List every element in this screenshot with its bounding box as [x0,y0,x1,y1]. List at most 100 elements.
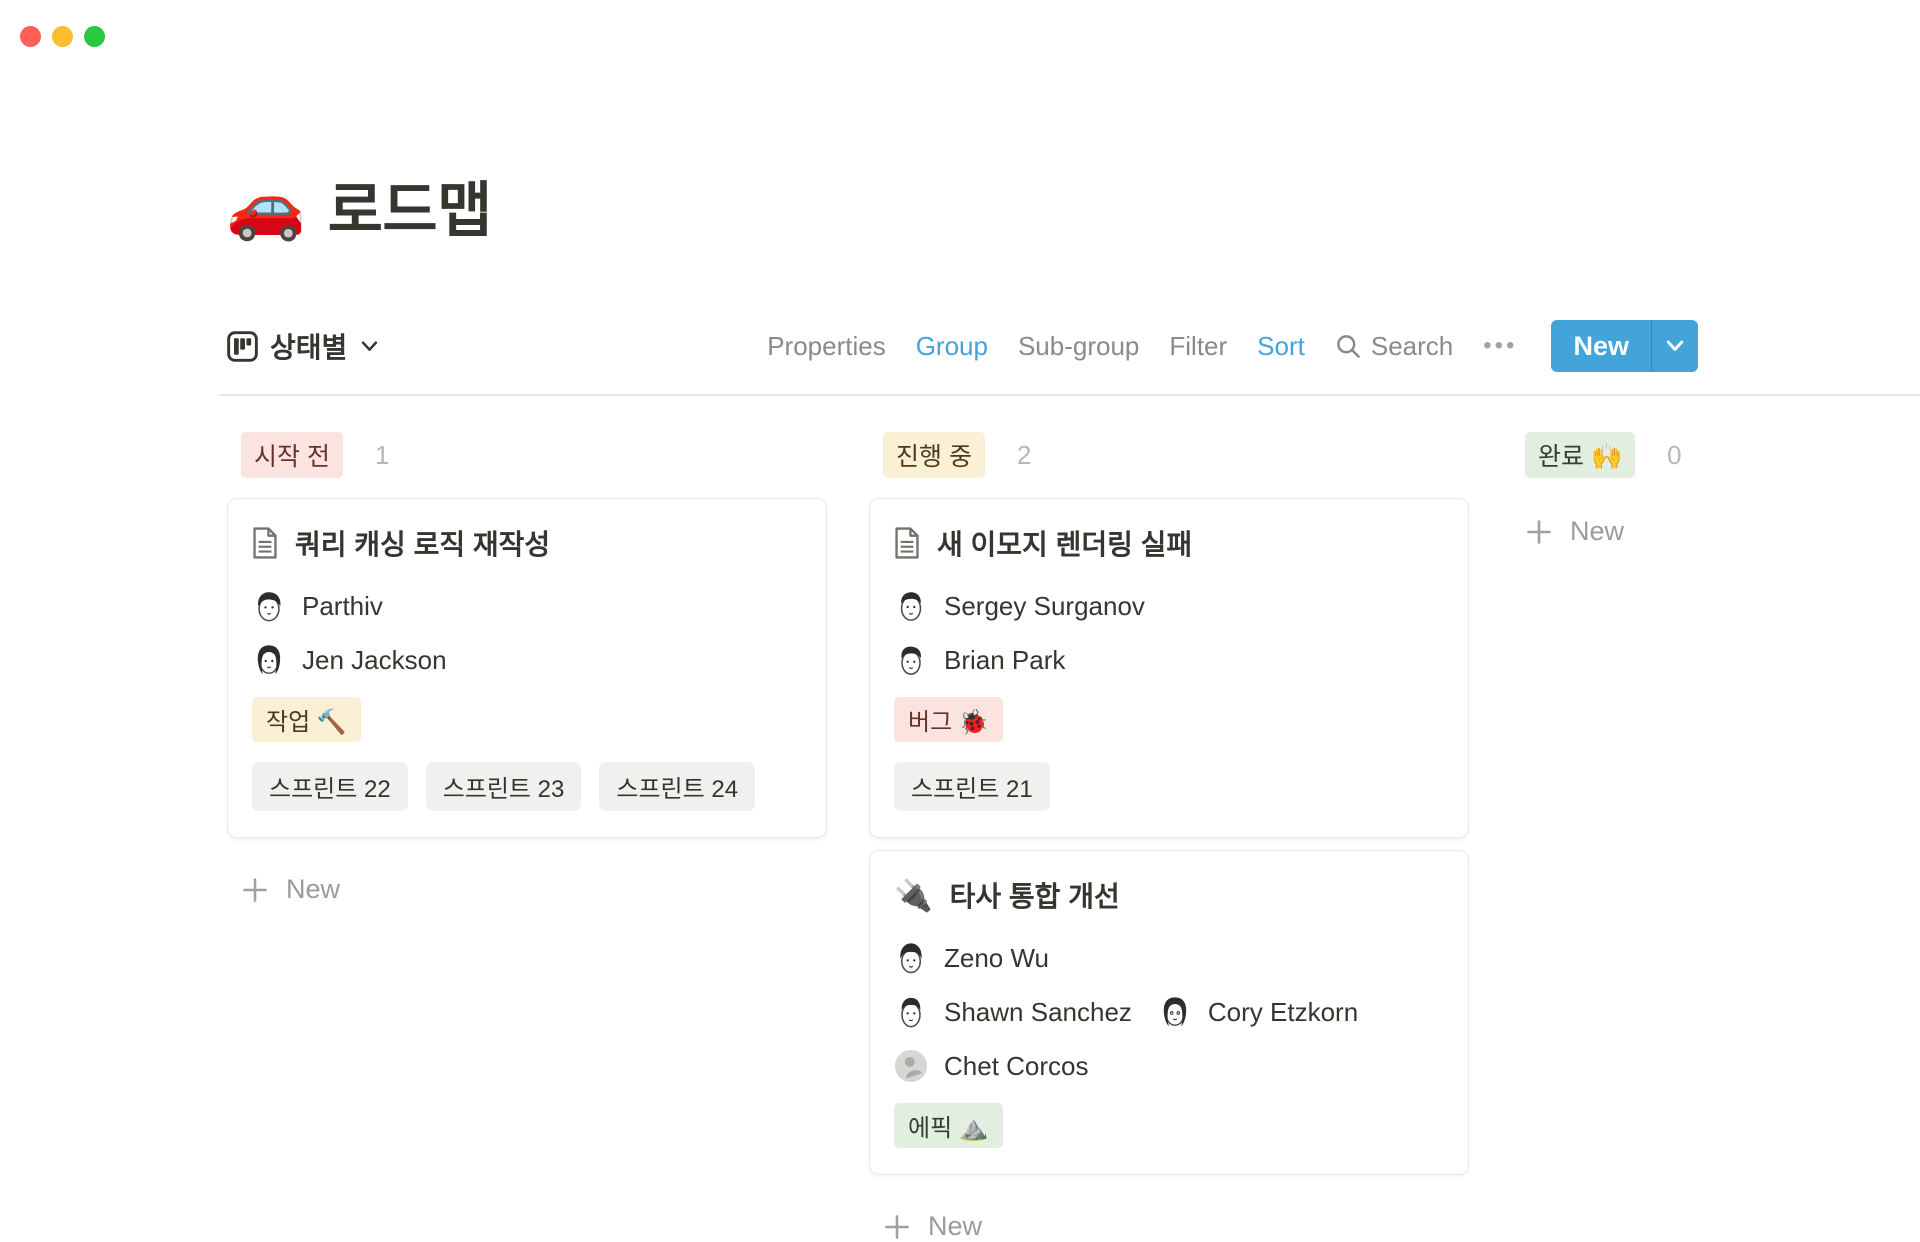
kanban-board: 시작 전 1 쿼리 캐싱 로직 재작성 [227,436,1920,1200]
tag-row: 버그 🐞 [894,697,1444,742]
avatar [252,643,286,677]
close-window-button[interactable] [20,26,41,47]
add-card-label: New [286,874,340,905]
chevron-down-icon [1666,340,1684,352]
card-query-caching[interactable]: 쿼리 캐싱 로직 재작성 Parthiv [227,498,827,838]
assignee-name: Parthiv [302,591,383,622]
assignee-row: Parthiv [252,589,802,623]
card-third-party-integrations[interactable]: 🔌 타사 통합 개선 Zeno Wu [869,850,1469,1175]
column-not-started: 시작 전 1 쿼리 캐싱 로직 재작성 [227,436,827,905]
assignee-name: Brian Park [944,645,1065,676]
column-done: 완료 🙌 0 New [1511,436,1920,547]
card-title: 타사 통합 개선 [950,875,1120,915]
properties-button[interactable]: Properties [767,331,886,362]
status-badge[interactable]: 진행 중 [883,432,985,478]
assignee-row: Brian Park [894,643,1444,677]
column-count: 0 [1667,440,1681,471]
assignee: Sergey Surganov [894,589,1145,623]
card-title: 새 이모지 렌더링 실패 [937,523,1192,563]
assignee: Shawn Sanchez [894,995,1132,1029]
tag-row: 에픽 ⛰️ [894,1103,1444,1148]
new-button-dropdown[interactable] [1651,320,1698,372]
plus-icon [883,1213,911,1241]
sprint-tag: 스프린트 23 [426,762,582,811]
plug-emoji-icon: 🔌 [894,880,933,911]
sprint-tag: 스프린트 22 [252,762,408,811]
minimize-window-button[interactable] [52,26,73,47]
assignee-name: Shawn Sanchez [944,997,1132,1028]
status-badge[interactable]: 완료 🙌 [1525,432,1635,478]
avatar [252,589,286,623]
add-card-label: New [1570,516,1624,547]
assignee-name: Cory Etzkorn [1208,997,1358,1028]
page-icon [252,527,278,559]
assignee: Jen Jackson [252,643,447,677]
sprint-tag: 스프린트 24 [599,762,755,811]
assignee-name: Chet Corcos [944,1051,1089,1082]
zoom-window-button[interactable] [84,26,105,47]
column-header: 완료 🙌 0 [1511,436,1920,474]
assignee-name: Jen Jackson [302,645,447,676]
page-title[interactable]: 로드맵 [328,162,492,249]
assignee: Chet Corcos [894,1049,1089,1083]
plus-icon [1525,518,1553,546]
avatar [894,643,928,677]
assignee-row: Shawn Sanchez Cory Etzkorn [894,995,1444,1029]
assignee: Cory Etzkorn [1158,995,1358,1029]
sprint-row: 스프린트 22 스프린트 23 스프린트 24 [252,762,802,811]
filter-button[interactable]: Filter [1169,331,1227,362]
new-button[interactable]: New [1551,320,1651,372]
more-options-button[interactable]: ••• [1483,332,1517,360]
add-card-button[interactable]: New [869,1211,1469,1242]
assignee: Brian Park [894,643,1065,677]
assignee: Zeno Wu [894,941,1049,975]
plus-icon [241,876,269,904]
card-title-row: 🔌 타사 통합 개선 [894,875,1444,915]
window-controls [20,26,105,47]
sprint-row: 스프린트 21 [894,762,1444,811]
page-icon [894,527,920,559]
card-title: 쿼리 캐싱 로직 재작성 [295,523,550,563]
tag-task: 작업 🔨 [252,697,361,742]
search-label: Search [1371,331,1453,362]
assignee-name: Zeno Wu [944,943,1049,974]
card-emoji-rendering[interactable]: 새 이모지 렌더링 실패 Sergey Surganov [869,498,1469,838]
page-icon-car-emoji[interactable]: 🚗 [226,174,306,238]
toolbar-divider [219,394,1920,396]
column-cards: 새 이모지 렌더링 실패 Sergey Surganov [869,498,1469,1175]
search-button[interactable]: Search [1335,331,1453,362]
sprint-tag: 스프린트 21 [894,762,1050,811]
group-button[interactable]: Group [916,331,988,362]
toolbar-menu: Properties Group Sub-group Filter Sort S… [767,320,1698,372]
assignee-row: Sergey Surganov [894,589,1444,623]
board-view-icon [227,331,258,362]
card-title-row: 새 이모지 렌더링 실패 [894,523,1444,563]
sub-group-button[interactable]: Sub-group [1018,331,1139,362]
column-count: 2 [1017,440,1031,471]
add-card-button[interactable]: New [227,874,827,905]
assignee-row: Zeno Wu [894,941,1444,975]
add-card-button[interactable]: New [1511,516,1920,547]
tag-bug: 버그 🐞 [894,697,1003,742]
status-badge[interactable]: 시작 전 [241,432,343,478]
view-selector[interactable]: 상태별 [227,326,378,366]
avatar [1158,995,1192,1029]
avatar [894,995,928,1029]
new-split-button: New [1551,320,1698,372]
column-in-progress: 진행 중 2 새 이모지 렌더링 실패 [869,436,1469,1242]
sort-button[interactable]: Sort [1257,331,1305,362]
assignee-row: Jen Jackson [252,643,802,677]
default-avatar [894,1049,928,1083]
tag-epic: 에픽 ⛰️ [894,1103,1003,1148]
avatar [894,589,928,623]
avatar [894,941,928,975]
column-count: 1 [375,440,389,471]
column-header: 진행 중 2 [869,436,1469,474]
page-header: 🚗 로드맵 [226,162,492,249]
assignee-row: Chet Corcos [894,1049,1444,1083]
view-toolbar: 상태별 Properties Group Sub-group Filter So… [227,318,1698,374]
card-title-row: 쿼리 캐싱 로직 재작성 [252,523,802,563]
column-cards: 쿼리 캐싱 로직 재작성 Parthiv [227,498,827,838]
assignee: Parthiv [252,589,383,623]
chevron-down-icon [361,341,378,352]
